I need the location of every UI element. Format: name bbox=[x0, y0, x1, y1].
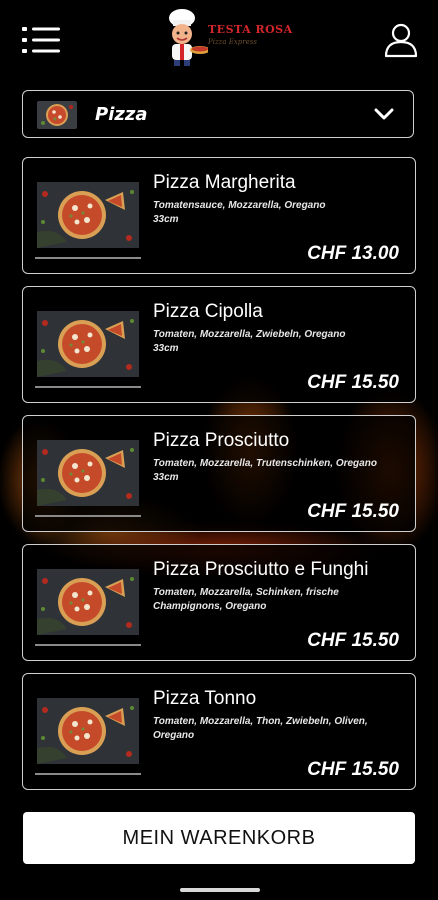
product-image bbox=[37, 569, 139, 635]
chef-mascot-icon bbox=[169, 9, 208, 66]
product-ingredients: Tomaten, Mozzarella, Trutenschinken, Ore… bbox=[153, 458, 377, 469]
category-select[interactable]: Pizza bbox=[22, 90, 414, 138]
product-ingredients: Tomaten, Mozzarella, Zwiebeln, Oregano bbox=[153, 329, 346, 340]
brand-tagline: Pizza Express bbox=[208, 38, 257, 46]
product-name: Pizza Prosciutto e Funghi bbox=[153, 559, 369, 580]
product-ingredients: Tomaten, Mozzarella, Thon, Zwiebeln, Oli… bbox=[153, 716, 368, 741]
divider bbox=[35, 386, 141, 388]
home-indicator[interactable] bbox=[180, 888, 260, 892]
product-image bbox=[37, 182, 139, 248]
product-description: Tomatensauce, Mozzarella, Oregano 33cm bbox=[153, 199, 403, 227]
divider bbox=[35, 773, 141, 775]
product-size: 33cm bbox=[153, 343, 179, 354]
product-description: Tomaten, Mozzarella, Zwiebeln, Oregano 33… bbox=[153, 328, 403, 356]
product-price: CHF 15.50 bbox=[307, 630, 399, 651]
brand-name: TESTA ROSA bbox=[208, 23, 293, 36]
menu-list-icon[interactable] bbox=[22, 26, 62, 54]
product-size: 33cm bbox=[153, 472, 179, 483]
divider bbox=[35, 515, 141, 517]
category-thumbnail bbox=[37, 101, 77, 129]
product-price: CHF 15.50 bbox=[307, 372, 399, 393]
product-description: Tomaten, Mozzarella, Thon, Zwiebeln, Oli… bbox=[153, 715, 403, 743]
category-label: Pizza bbox=[95, 104, 148, 125]
product-image bbox=[37, 440, 139, 506]
product-list: Pizza Margherita Tomatensauce, Mozzarella… bbox=[22, 157, 416, 802]
product-ingredients: Tomaten, Mozzarella, Schinken, frische C… bbox=[153, 587, 339, 612]
cart-button[interactable]: MEIN WARENKORB bbox=[23, 812, 415, 864]
product-name: Pizza Prosciutto bbox=[153, 430, 290, 451]
product-size: 33cm bbox=[153, 214, 179, 225]
product-price: CHF 15.50 bbox=[307, 501, 399, 522]
product-ingredients: Tomatensauce, Mozzarella, Oregano bbox=[153, 200, 326, 211]
divider bbox=[35, 644, 141, 646]
chevron-down-icon[interactable] bbox=[373, 106, 395, 122]
product-card[interactable]: Pizza Prosciutto Tomaten, Mozzarella, Tru… bbox=[22, 415, 416, 532]
product-description: Tomaten, Mozzarella, Trutenschinken, Ore… bbox=[153, 457, 403, 485]
top-bar: TESTA ROSA Pizza Express bbox=[0, 0, 438, 80]
product-description: Tomaten, Mozzarella, Schinken, frische C… bbox=[153, 586, 403, 614]
user-icon[interactable] bbox=[384, 22, 418, 58]
divider bbox=[35, 257, 141, 259]
product-card[interactable]: Pizza Margherita Tomatensauce, Mozzarella… bbox=[22, 157, 416, 274]
brand-logo[interactable]: TESTA ROSA Pizza Express bbox=[160, 6, 292, 68]
product-image bbox=[37, 698, 139, 764]
product-card[interactable]: Pizza Prosciutto e Funghi Tomaten, Mozzar… bbox=[22, 544, 416, 661]
product-price: CHF 15.50 bbox=[307, 759, 399, 780]
product-name: Pizza Cipolla bbox=[153, 301, 263, 322]
product-name: Pizza Margherita bbox=[153, 172, 296, 193]
product-name: Pizza Tonno bbox=[153, 688, 257, 709]
product-image bbox=[37, 311, 139, 377]
product-price: CHF 13.00 bbox=[307, 243, 399, 264]
product-card[interactable]: Pizza Tonno Tomaten, Mozzarella, Thon, Zw… bbox=[22, 673, 416, 790]
product-card[interactable]: Pizza Cipolla Tomaten, Mozzarella, Zwiebe… bbox=[22, 286, 416, 403]
